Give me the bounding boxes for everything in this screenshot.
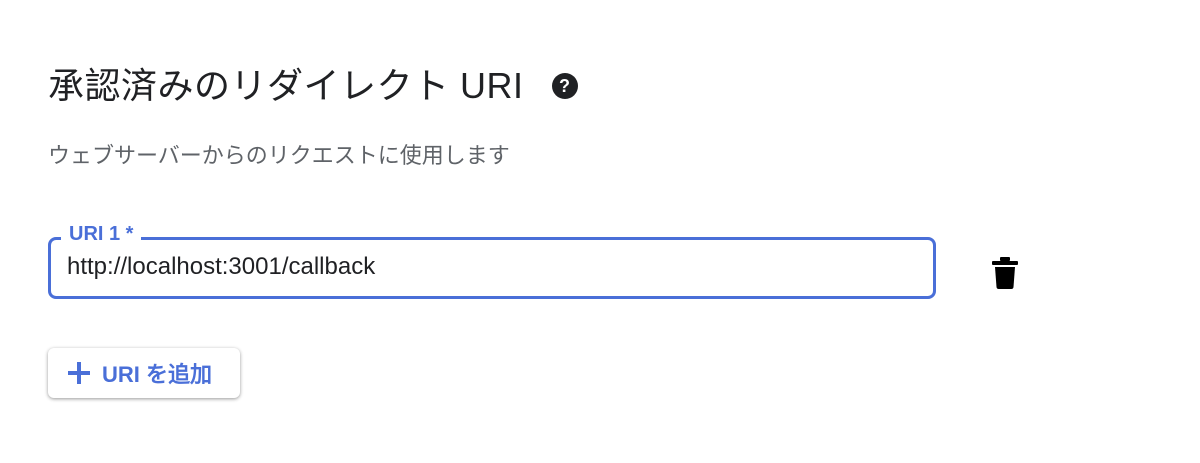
uri-1-field[interactable]: URI 1 * [48,221,936,299]
section-description: ウェブサーバーからのリクエストに使用します [48,143,510,168]
uri-1-input[interactable] [67,251,907,283]
delete-uri-button[interactable] [990,256,1020,290]
help-circle-icon[interactable]: ? [551,73,578,99]
plus-icon [68,362,90,384]
add-uri-label: URI を追加 [102,362,213,387]
add-uri-button[interactable]: URI を追加 [48,348,240,398]
trash-icon [992,257,1018,289]
redirect-uri-section: 承認済みのリダイレクト URI ? ウェブサーバーからのリクエストに使用します … [0,0,1200,463]
heading-row: 承認済みのリダイレクト URI ? [48,62,578,110]
section-title: 承認済みのリダイレクト URI [48,65,524,106]
uri-1-label: URI 1 * [61,221,142,247]
